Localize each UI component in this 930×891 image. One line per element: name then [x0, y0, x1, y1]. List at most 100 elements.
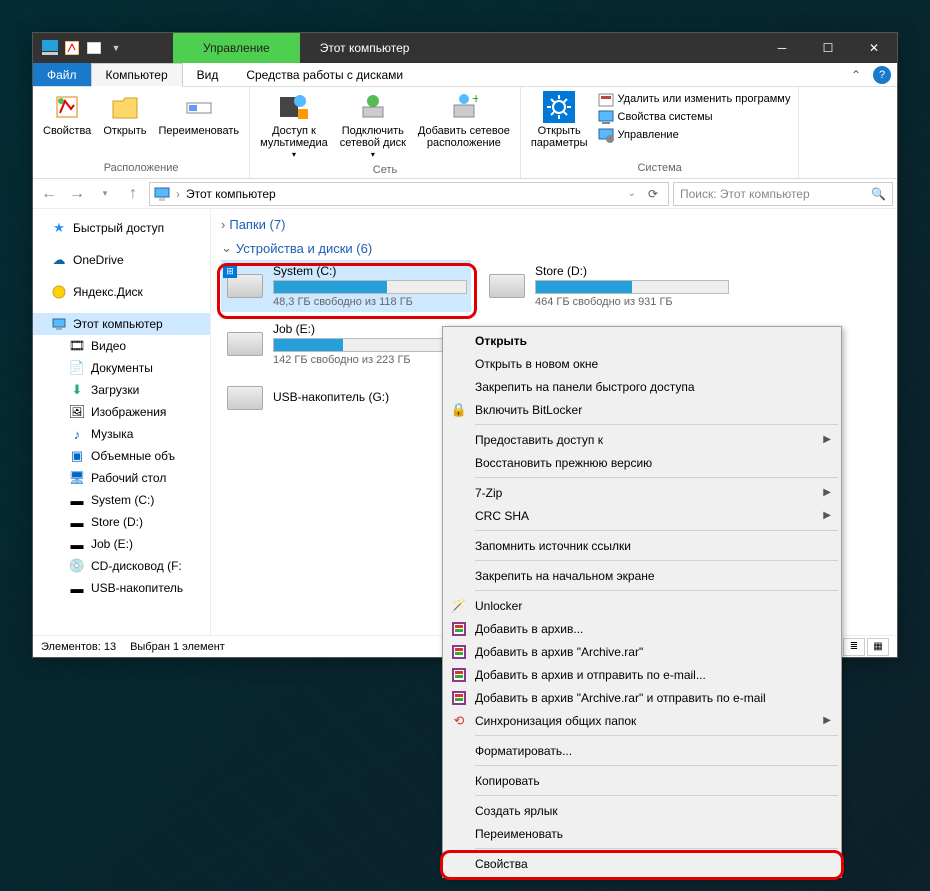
drive-name: Job (E:)	[273, 322, 467, 336]
drive-usb[interactable]: USB-накопитель (G:)	[221, 374, 471, 422]
drive-free-text: 48,3 ГБ свободно из 118 ГБ	[273, 296, 467, 308]
ribbon-map-drive[interactable]: Подключить сетевой диск▾	[334, 89, 412, 162]
unlocker-icon: 🪄	[451, 598, 467, 614]
ctx-add-archive-rar[interactable]: Добавить в архив "Archive.rar"	[445, 640, 839, 663]
nav-video[interactable]: 🎞Видео	[33, 335, 210, 357]
ribbon-properties[interactable]: Свойства	[37, 89, 97, 139]
nav-desktop[interactable]: 🖥Рабочий стол	[33, 467, 210, 489]
address-bar: ← → ▾ ↑ › Этот компьютер ⌄ ⟳ Поиск: Этот…	[33, 179, 897, 209]
address-path[interactable]: › Этот компьютер ⌄ ⟳	[149, 182, 669, 206]
tab-view[interactable]: Вид	[183, 63, 233, 86]
search-input[interactable]: Поиск: Этот компьютер 🔍	[673, 182, 893, 206]
view-details-icon[interactable]: ≣	[843, 638, 865, 656]
ribbon: Свойства Открыть Переименовать Расположе…	[33, 87, 897, 179]
minimize-button[interactable]: ─	[759, 33, 805, 63]
tab-computer[interactable]: Компьютер	[91, 63, 183, 87]
ctx-add-archive[interactable]: Добавить в архив...	[445, 617, 839, 640]
navigation-pane[interactable]: ★Быстрый доступ ☁OneDrive Яндекс.Диск Эт…	[33, 209, 211, 635]
ctx-create-shortcut[interactable]: Создать ярлык	[445, 799, 839, 822]
hdd-icon	[487, 266, 527, 306]
system-icon[interactable]	[41, 39, 59, 57]
ribbon-open-settings[interactable]: Открыть параметры	[525, 89, 594, 151]
nav-drive-e[interactable]: ▬Job (E:)	[33, 533, 210, 555]
rar-icon	[451, 644, 467, 660]
title-bar: ▼ Управление Этот компьютер ─ ☐ ✕	[33, 33, 897, 63]
nav-music[interactable]: ♪Музыка	[33, 423, 210, 445]
drive-free-text: 464 ГБ свободно из 931 ГБ	[535, 296, 729, 308]
ctx-rename[interactable]: Переименовать	[445, 822, 839, 845]
qat-dropdown-icon[interactable]: ▼	[107, 39, 125, 57]
nav-up-icon[interactable]: ↑	[121, 182, 145, 206]
ctx-pin-quick-access[interactable]: Закрепить на панели быстрого доступа	[445, 375, 839, 398]
ctx-add-archive-mail[interactable]: Добавить в архив и отправить по e-mail..…	[445, 663, 839, 686]
drives-header[interactable]: ⌄Устройства и диски (6)	[211, 236, 897, 260]
ctx-open[interactable]: Открыть	[445, 329, 839, 352]
maximize-button[interactable]: ☐	[805, 33, 851, 63]
drive-item[interactable]: Store (D:) 464 ГБ свободно из 931 ГБ	[483, 260, 733, 312]
help-icon[interactable]: ?	[873, 66, 891, 84]
nav-quick-access[interactable]: ★Быстрый доступ	[33, 217, 210, 239]
drive-name: Store (D:)	[535, 264, 729, 278]
nav-usb-drive[interactable]: ▬USB-накопитель	[33, 577, 210, 599]
windows-badge-icon: ⊞	[223, 264, 237, 278]
drive-item[interactable]: ⊞ System (C:) 48,3 ГБ свободно из 118 ГБ	[221, 260, 471, 312]
close-button[interactable]: ✕	[851, 33, 897, 63]
nav-this-pc[interactable]: Этот компьютер	[33, 313, 210, 335]
nav-back-icon[interactable]: ←	[37, 182, 61, 206]
nav-recent-icon[interactable]: ▾	[93, 182, 117, 206]
ctx-crc-sha[interactable]: CRC SHA▶	[445, 504, 839, 527]
ribbon-group-system: Система	[525, 160, 795, 176]
nav-onedrive[interactable]: ☁OneDrive	[33, 249, 210, 271]
ctx-remember-source[interactable]: Запомнить источник ссылки	[445, 534, 839, 557]
nav-yandex-disk[interactable]: Яндекс.Диск	[33, 281, 210, 303]
ctx-format[interactable]: Форматировать...	[445, 739, 839, 762]
ribbon-add-network[interactable]: +Добавить сетевое расположение	[412, 89, 516, 151]
ctx-pin-start[interactable]: Закрепить на начальном экране	[445, 564, 839, 587]
ribbon-media[interactable]: Доступ к мультимедиа▾	[254, 89, 334, 162]
ribbon-open[interactable]: Открыть	[97, 89, 152, 139]
search-icon: 🔍	[871, 187, 886, 201]
nav-documents[interactable]: 📄Документы	[33, 357, 210, 379]
nav-3d-objects[interactable]: ▣Объемные объ	[33, 445, 210, 467]
ctx-properties[interactable]: Свойства	[445, 852, 839, 875]
ribbon-manage[interactable]: Управление	[598, 127, 791, 143]
ctx-open-new-window[interactable]: Открыть в новом окне	[445, 352, 839, 375]
view-tiles-icon[interactable]: ▦	[867, 638, 889, 656]
tab-disk-tools[interactable]: Средства работы с дисками	[232, 63, 417, 86]
hdd-icon	[225, 324, 265, 364]
ctx-7zip[interactable]: 7-Zip▶	[445, 481, 839, 504]
window-title: Этот компьютер	[300, 41, 430, 55]
hdd-icon: ⊞	[225, 266, 265, 306]
ctx-share[interactable]: Предоставить доступ к▶	[445, 428, 839, 451]
svg-text:+: +	[472, 93, 478, 106]
ctx-copy[interactable]: Копировать	[445, 769, 839, 792]
folders-header[interactable]: ›Папки (7)	[211, 213, 897, 236]
nav-drive-d[interactable]: ▬Store (D:)	[33, 511, 210, 533]
rar-icon	[451, 667, 467, 683]
ribbon-group-location: Расположение	[37, 160, 245, 176]
ctx-unlocker[interactable]: 🪄Unlocker	[445, 594, 839, 617]
ctx-sync-folders[interactable]: ⟲Синхронизация общих папок▶	[445, 709, 839, 732]
drive-free-text: 142 ГБ свободно из 223 ГБ	[273, 354, 467, 366]
ribbon-system-properties[interactable]: Свойства системы	[598, 109, 791, 125]
nav-pictures[interactable]: 🖼Изображения	[33, 401, 210, 423]
ribbon-collapse-icon[interactable]: ⌃	[845, 63, 867, 86]
refresh-icon[interactable]: ⟳	[642, 187, 664, 201]
drive-item[interactable]: Job (E:) 142 ГБ свободно из 223 ГБ	[221, 318, 471, 370]
ribbon-group-network: Сеть	[254, 162, 516, 178]
ctx-restore-version[interactable]: Восстановить прежнюю версию	[445, 451, 839, 474]
nav-cd-drive[interactable]: 💿CD-дисковод (F:	[33, 555, 210, 577]
nav-downloads[interactable]: ⬇Загрузки	[33, 379, 210, 401]
qat-properties-icon[interactable]	[63, 39, 81, 57]
ribbon-rename[interactable]: Переименовать	[153, 89, 246, 139]
drive-usage-bar	[535, 280, 729, 294]
ctx-add-rar-mail[interactable]: Добавить в архив "Archive.rar" и отправи…	[445, 686, 839, 709]
bitlocker-icon: 🔒	[451, 402, 467, 418]
contextual-tab-manage[interactable]: Управление	[173, 33, 300, 63]
ctx-bitlocker[interactable]: 🔒Включить BitLocker	[445, 398, 839, 421]
ribbon-uninstall[interactable]: Удалить или изменить программу	[598, 91, 791, 107]
nav-drive-c[interactable]: ▬System (C:)	[33, 489, 210, 511]
nav-forward-icon[interactable]: →	[65, 182, 89, 206]
qat-newfolder-icon[interactable]	[85, 39, 103, 57]
tab-file[interactable]: Файл	[33, 63, 91, 86]
